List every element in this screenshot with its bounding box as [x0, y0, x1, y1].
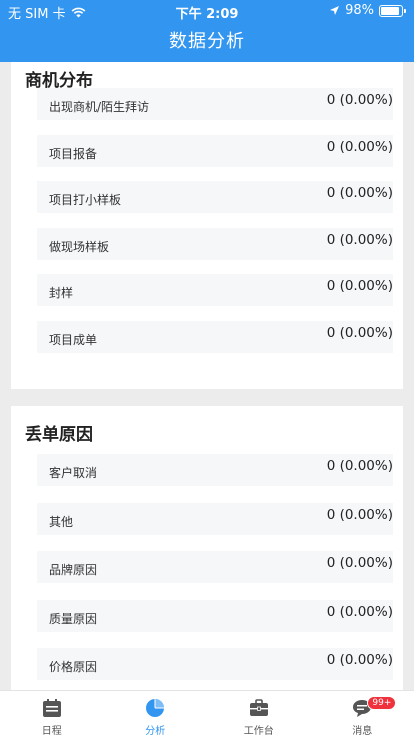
unread-badge: 99+: [367, 696, 396, 710]
row-value: 0 (0.00%): [327, 278, 393, 294]
opportunity-row: 做现场样板 0 (0.00%): [37, 228, 393, 260]
opportunity-row: 项目报备 0 (0.00%): [37, 135, 393, 167]
tab-workbench[interactable]: 工作台: [207, 691, 311, 737]
tab-analysis[interactable]: 分析: [104, 691, 208, 737]
row-label: 出现商机/陌生拜访: [49, 98, 149, 115]
row-value: 0 (0.00%): [327, 555, 393, 571]
calendar-icon: [42, 698, 62, 718]
opportunity-row: 项目成单 0 (0.00%): [37, 321, 393, 353]
lost-reason-title: 丢单原因: [25, 420, 93, 445]
row-value: 0 (0.00%): [327, 458, 393, 474]
location-icon: [329, 5, 340, 16]
tab-label: 消息: [311, 722, 414, 737]
row-value: 0 (0.00%): [327, 652, 393, 668]
row-label: 质量原因: [49, 610, 97, 627]
status-bar: 无 SIM 卡 下午 2:09 98%: [0, 0, 414, 22]
lost-reason-card: 丢单原因 客户取消 0 (0.00%) 其他 0 (0.00%) 品牌原因 0 …: [11, 406, 403, 690]
battery-percent: 98%: [345, 3, 374, 18]
row-value: 0 (0.00%): [327, 232, 393, 248]
row-value: 0 (0.00%): [327, 139, 393, 155]
row-label: 价格原因: [49, 658, 97, 675]
tab-label: 分析: [104, 722, 208, 737]
lost-reason-row: 价格原因 0 (0.00%): [37, 648, 393, 680]
lost-reason-row: 质量原因 0 (0.00%): [37, 600, 393, 632]
row-label: 做现场样板: [49, 238, 109, 255]
row-label: 其他: [49, 513, 73, 530]
opportunity-row: 封样 0 (0.00%): [37, 274, 393, 306]
lost-reason-row: 其他 0 (0.00%): [37, 503, 393, 535]
row-label: 品牌原因: [49, 561, 97, 578]
row-label: 项目报备: [49, 145, 97, 162]
row-value: 0 (0.00%): [327, 92, 393, 108]
opportunity-card: 商机分布 出现商机/陌生拜访 0 (0.00%) 项目报备 0 (0.00%) …: [11, 62, 403, 389]
row-value: 0 (0.00%): [327, 507, 393, 523]
pie-chart-icon: [145, 698, 165, 718]
tab-label: 工作台: [207, 722, 311, 737]
briefcase-icon: [249, 698, 269, 718]
page-title: 数据分析: [0, 22, 414, 62]
opportunity-row: 出现商机/陌生拜访 0 (0.00%): [37, 88, 393, 120]
row-label: 封样: [49, 284, 73, 301]
row-value: 0 (0.00%): [327, 604, 393, 620]
row-value: 0 (0.00%): [327, 185, 393, 201]
content-scroll-area[interactable]: 商机分布 出现商机/陌生拜访 0 (0.00%) 项目报备 0 (0.00%) …: [0, 62, 414, 690]
opportunity-row: 项目打小样板 0 (0.00%): [37, 181, 393, 213]
lost-reason-row: 客户取消 0 (0.00%): [37, 454, 393, 486]
tab-schedule[interactable]: 日程: [0, 691, 104, 737]
row-label: 项目成单: [49, 331, 97, 348]
lost-reason-row: 品牌原因 0 (0.00%): [37, 551, 393, 583]
row-label: 项目打小样板: [49, 191, 121, 208]
battery-icon: [379, 5, 403, 17]
row-label: 客户取消: [49, 464, 97, 481]
tab-messages[interactable]: 99+ 消息: [311, 691, 414, 737]
row-value: 0 (0.00%): [327, 325, 393, 341]
tab-label: 日程: [0, 722, 104, 737]
tab-bar: 日程 分析 工作台 99+ 消息: [0, 690, 414, 737]
